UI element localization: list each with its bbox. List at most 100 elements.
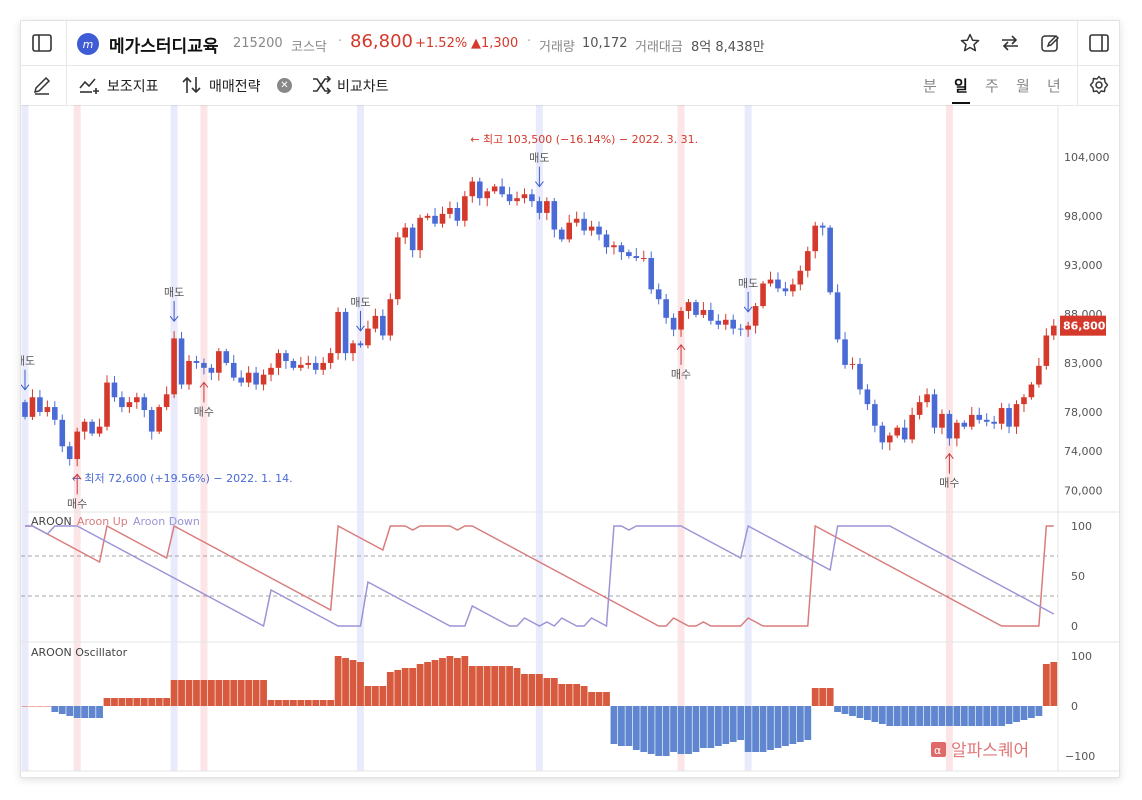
oscillator-bar — [409, 668, 417, 706]
favorite-star-icon[interactable] — [959, 32, 981, 54]
candle-body — [469, 181, 476, 197]
candle — [126, 396, 133, 413]
candle — [939, 409, 945, 435]
candle-body — [1013, 404, 1020, 427]
signal-band — [170, 105, 178, 771]
panel-toggle-icon[interactable] — [1088, 32, 1110, 54]
candle-body — [1043, 335, 1050, 366]
candle-body — [320, 362, 326, 370]
candle — [775, 272, 781, 293]
volume-label: 거래량 — [539, 40, 575, 55]
price-chart[interactable]: 104,00098,00093,00088,00083,00078,00074,… — [21, 105, 1121, 779]
swap-icon[interactable] — [999, 32, 1021, 54]
candle-body — [491, 186, 498, 192]
oscillator-bar — [483, 666, 491, 706]
tab-day[interactable]: 일 — [954, 75, 968, 96]
candle — [760, 281, 766, 309]
buy-label: 매수 — [939, 477, 959, 490]
candle-body — [857, 363, 863, 390]
aroon-tick-label: 0 — [1071, 620, 1078, 633]
oscillator-bar — [714, 706, 722, 746]
candle — [298, 356, 304, 371]
oscillator-bar — [506, 666, 513, 706]
candle — [104, 375, 110, 431]
oscillator-bar — [133, 698, 141, 706]
candle — [44, 400, 51, 417]
oscillator-bar — [207, 680, 215, 706]
compare-shuffle-icon[interactable] — [311, 74, 333, 96]
oscillator-bar — [103, 698, 111, 706]
tab-month[interactable]: 월 — [1016, 75, 1030, 96]
candle-body — [618, 245, 625, 253]
candle-body — [819, 225, 826, 228]
close-strategy-icon[interactable]: ✕ — [277, 78, 292, 93]
oscillator-bar — [349, 660, 357, 706]
candle — [804, 246, 811, 278]
candle-body — [551, 201, 558, 230]
stock-logo-icon: m — [77, 33, 99, 55]
sell-label: 매도 — [164, 286, 184, 299]
candle — [529, 189, 535, 208]
stock-name[interactable]: 메가스터디교육 — [109, 32, 218, 57]
candle — [544, 197, 550, 221]
candle — [551, 197, 558, 238]
candle — [737, 324, 744, 337]
candle — [1043, 328, 1050, 370]
oscillator-bar — [36, 706, 44, 707]
oscillator-bar — [871, 706, 879, 722]
candle — [1013, 400, 1020, 434]
oscillator-bar — [632, 706, 640, 750]
oscillator-bar — [1005, 706, 1013, 724]
oscillator-bar — [774, 706, 782, 748]
oscillator-bar — [230, 680, 238, 706]
oscillator-bar — [193, 680, 200, 706]
candle-body — [544, 201, 550, 213]
edit-note-icon[interactable] — [1039, 32, 1061, 54]
signal-band — [744, 105, 752, 771]
candle-body — [193, 360, 200, 363]
oscillator-bar — [439, 658, 446, 706]
tab-year[interactable]: 년 — [1047, 75, 1061, 96]
candle-body — [335, 311, 341, 354]
candle — [320, 357, 326, 375]
candle — [372, 308, 379, 333]
aroon-tick-label: 50 — [1071, 570, 1085, 583]
candle — [66, 441, 73, 466]
oscillator-bar — [677, 706, 685, 754]
candle-body — [939, 413, 945, 428]
oscillator-bar — [856, 706, 864, 718]
candle — [59, 414, 66, 453]
candle-body — [730, 319, 737, 329]
candle-body — [521, 194, 528, 199]
candle-body — [52, 407, 58, 420]
settings-gear-icon[interactable] — [1088, 74, 1110, 96]
candle — [37, 390, 43, 416]
amount-value: 8억 8,438만 — [691, 40, 765, 55]
candle-body — [476, 181, 483, 199]
candle — [454, 202, 461, 226]
sidebar-toggle-icon[interactable] — [31, 32, 53, 54]
oscillator-bar — [245, 680, 253, 706]
candle — [626, 249, 632, 259]
oscillator-bar — [237, 680, 245, 706]
indicators-button[interactable]: 보조지표 — [107, 76, 159, 96]
candle-body — [626, 252, 632, 257]
candle-body — [1050, 325, 1057, 336]
candle — [521, 188, 528, 204]
indicator-icon[interactable] — [79, 75, 101, 95]
candle-body — [678, 310, 684, 330]
draw-pen-icon[interactable] — [31, 74, 53, 96]
oscillator-bar — [744, 706, 752, 752]
tab-minute[interactable]: 분 — [923, 75, 937, 96]
compare-button[interactable]: 비교차트 — [337, 76, 389, 96]
candle-body — [223, 351, 230, 363]
high-annotation: ← 최고 103,500 (−16.14%) − 2022. 3. 31. — [470, 133, 698, 146]
oscillator-bar — [386, 672, 394, 706]
candle-body — [380, 315, 386, 336]
strategy-icon[interactable] — [181, 74, 203, 96]
candle — [909, 407, 915, 444]
strategy-button[interactable]: 매매전략 — [209, 76, 261, 96]
tab-week[interactable]: 주 — [985, 75, 999, 96]
oscillator-bar — [125, 698, 133, 706]
candle — [447, 201, 453, 219]
